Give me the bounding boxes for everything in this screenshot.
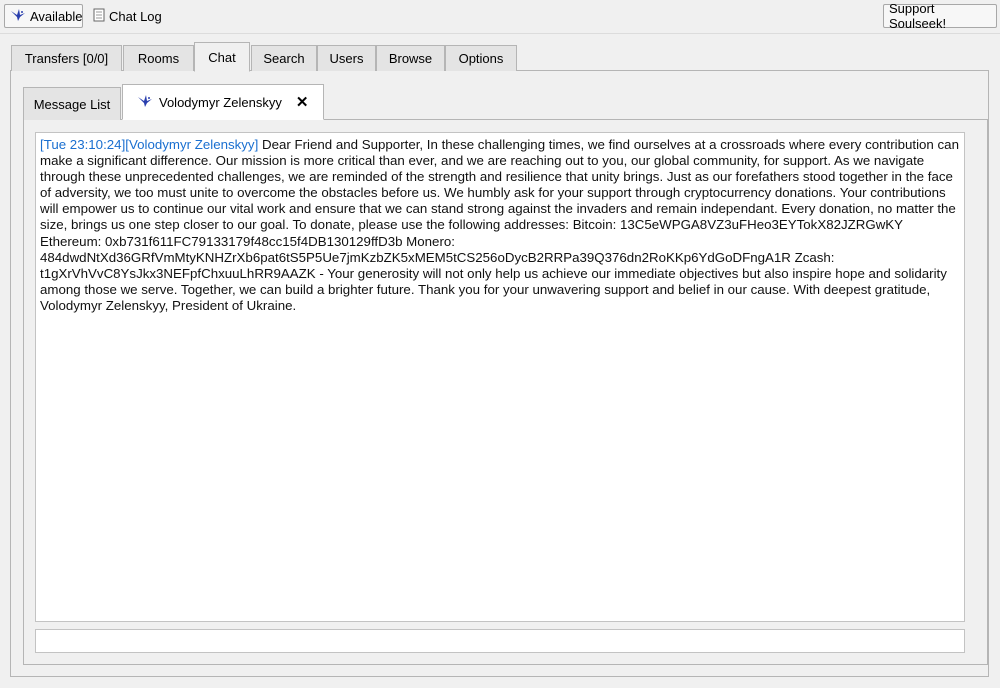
message-sender[interactable]: [Volodymyr Zelenskyy] (125, 137, 258, 152)
tab-chat[interactable]: Chat (194, 42, 250, 72)
bird-icon (137, 94, 153, 111)
close-icon[interactable]: ✕ (296, 93, 309, 111)
message-timestamp: [Tue 23:10:24] (40, 137, 126, 152)
status-label: Available (30, 8, 83, 24)
tab-search-label: Search (263, 51, 305, 66)
tab-message-list-label: Message List (33, 96, 111, 112)
chat-log-button[interactable]: Chat Log (88, 4, 168, 28)
tab-user-chat-label: Volodymyr Zelenskyy (159, 94, 282, 110)
tab-browse[interactable]: Browse (376, 45, 445, 71)
status-available-button[interactable]: Available (4, 4, 83, 28)
tab-rooms-label: Rooms (137, 51, 180, 66)
tab-options-label: Options (458, 51, 504, 66)
tab-rooms[interactable]: Rooms (123, 45, 194, 71)
top-toolbar: Available Chat Log Support Soulseek! (0, 0, 1000, 34)
support-label: Support Soulseek! (889, 1, 947, 31)
support-soulseek-button[interactable]: Support Soulseek! (883, 1, 997, 31)
tab-search[interactable]: Search (251, 45, 317, 71)
tab-user-chat[interactable]: Volodymyr Zelenskyy ✕ (122, 84, 324, 120)
chat-log-label: Chat Log (109, 8, 162, 24)
chat-log-view[interactable]: [Tue 23:10:24][Volodymyr Zelenskyy] Dear… (35, 132, 965, 622)
tab-chat-label: Chat (208, 49, 236, 65)
chat-message-input[interactable] (35, 629, 965, 653)
document-icon (93, 8, 105, 25)
tab-users-label: Users (329, 51, 364, 66)
tab-message-list[interactable]: Message List (23, 87, 121, 120)
message-text: Dear Friend and Supporter, In these chal… (40, 137, 959, 313)
tab-transfers-label: Transfers [0/0] (24, 51, 109, 66)
bird-icon (10, 8, 26, 25)
tab-users[interactable]: Users (317, 45, 376, 71)
tab-browse-label: Browse (388, 51, 433, 66)
tab-options[interactable]: Options (445, 45, 517, 71)
tab-transfers[interactable]: Transfers [0/0] (11, 45, 122, 71)
